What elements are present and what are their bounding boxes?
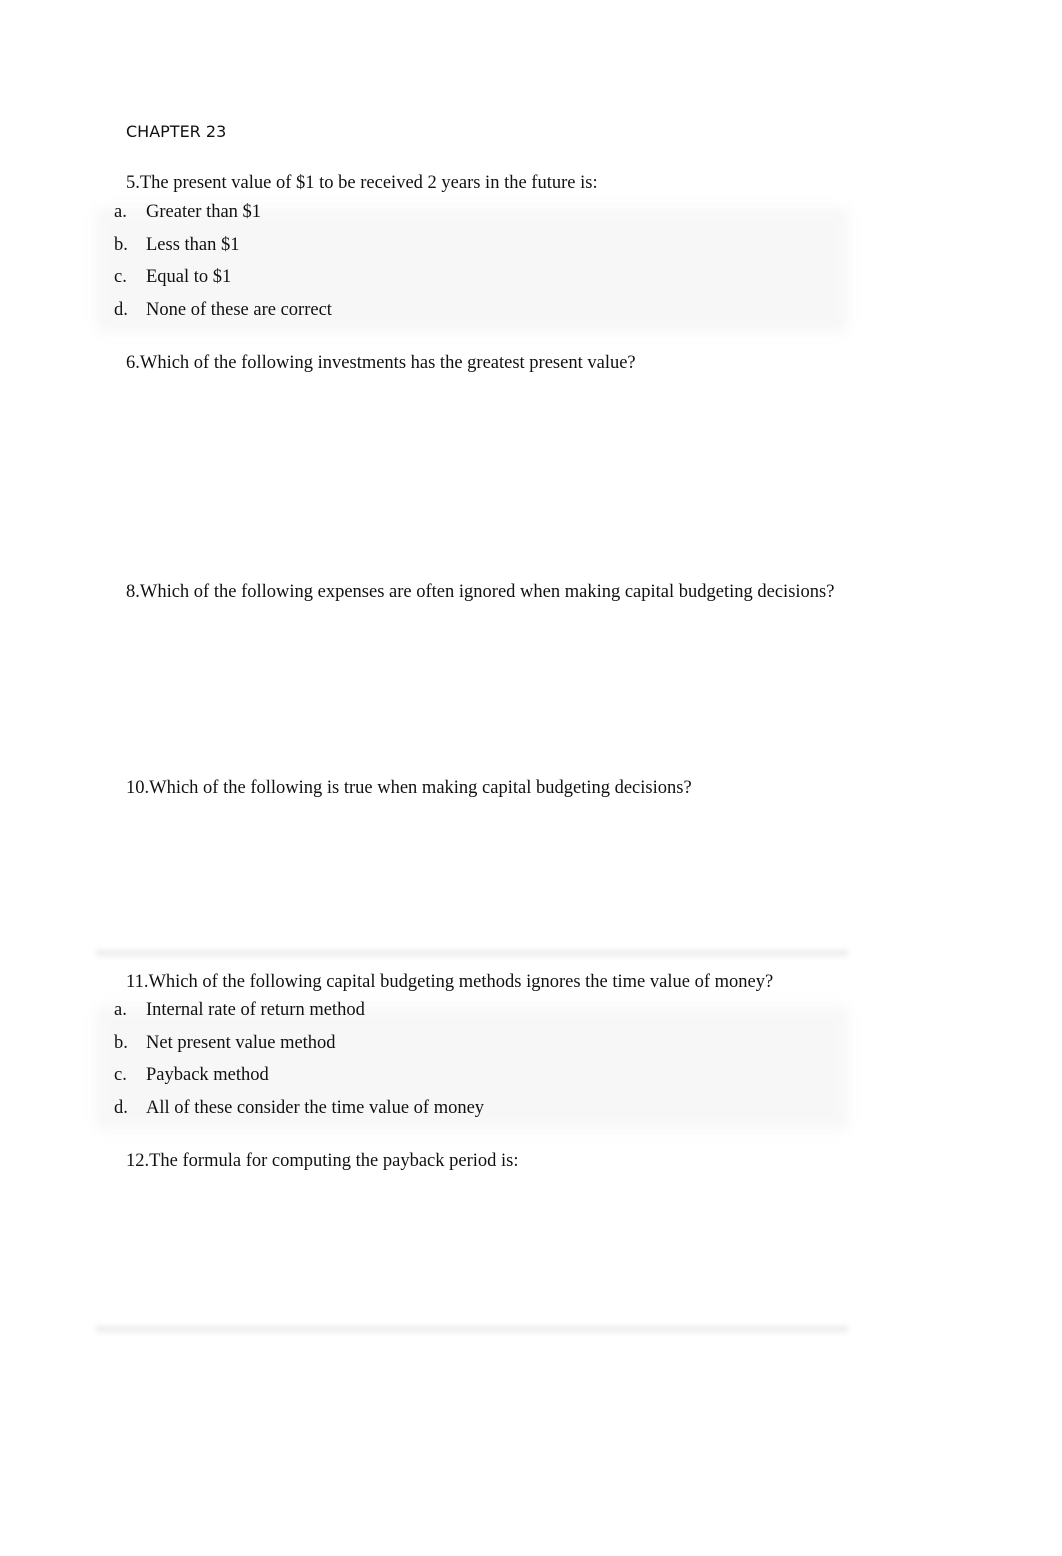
option-letter: b. xyxy=(114,234,128,255)
blurred-divider xyxy=(96,950,848,960)
option-item: b. Less than $1 xyxy=(96,235,848,268)
blurred-divider xyxy=(96,1326,848,1336)
option-text: None of these are correct xyxy=(146,299,332,320)
question-11-options: a. Internal rate of return method b. Net… xyxy=(96,1000,848,1130)
option-letter: a. xyxy=(114,1000,127,1020)
option-item: c. Payback method xyxy=(96,1065,848,1098)
option-letter: a. xyxy=(114,202,127,222)
chapter-heading: CHAPTER 23 xyxy=(126,122,227,141)
question-5: 5.The present value of $1 to be received… xyxy=(126,173,598,193)
option-text: Payback method xyxy=(146,1065,269,1085)
option-text: Less than $1 xyxy=(146,234,240,255)
option-item: c. Equal to $1 xyxy=(96,267,848,300)
option-item: a. Internal rate of return method xyxy=(96,1000,848,1033)
option-item: d. None of these are correct xyxy=(96,300,848,333)
option-text: Net present value method xyxy=(146,1032,336,1053)
question-10: 10.Which of the following is true when m… xyxy=(126,778,692,798)
option-item: d. All of these consider the time value … xyxy=(96,1098,848,1131)
option-item: a. Greater than $1 xyxy=(96,202,848,235)
option-text: All of these consider the time value of … xyxy=(146,1097,485,1118)
question-5-options: a. Greater than $1 b. Less than $1 c. Eq… xyxy=(96,202,848,332)
option-letter: d. xyxy=(114,1097,128,1118)
question-11: 11.Which of the following capital budget… xyxy=(126,972,774,992)
option-text: Internal rate of return method xyxy=(146,1000,365,1020)
option-item: b. Net present value method xyxy=(96,1033,848,1066)
option-letter: c. xyxy=(114,267,127,287)
option-letter: b. xyxy=(114,1032,128,1053)
option-text: Greater than $1 xyxy=(146,202,262,222)
option-letter: d. xyxy=(114,299,128,320)
option-text: Equal to $1 xyxy=(146,267,232,287)
option-letter: c. xyxy=(114,1065,127,1085)
question-8: 8.Which of the following expenses are of… xyxy=(126,582,835,602)
question-6: 6.Which of the following investments has… xyxy=(126,353,636,373)
question-12: 12.The formula for computing the payback… xyxy=(126,1151,519,1171)
